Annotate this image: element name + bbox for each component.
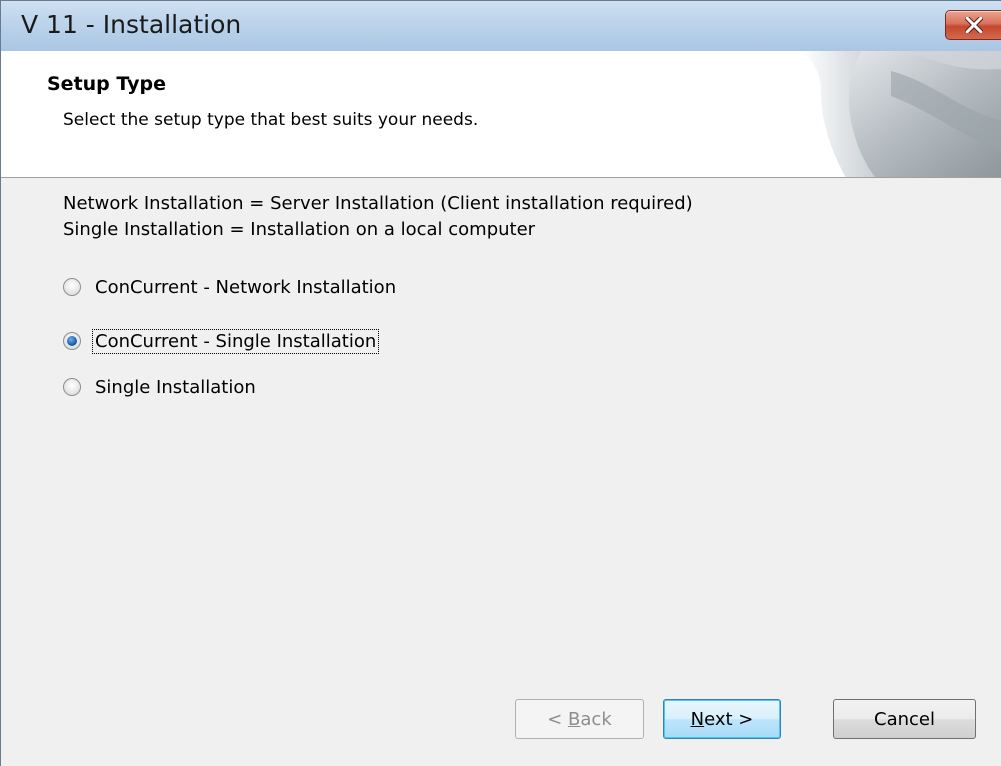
page-title: Setup Type	[47, 73, 166, 95]
back-button-prefix: <	[547, 708, 569, 730]
radio-button-selected[interactable]	[63, 332, 81, 350]
next-button-accel: N	[690, 708, 705, 730]
radio-button[interactable]	[63, 378, 81, 396]
next-button[interactable]: Next >	[663, 699, 781, 739]
info-line-single: Single Installation = Installation on a …	[63, 219, 536, 240]
back-button-accel: B	[568, 708, 581, 730]
back-button[interactable]: < Back	[515, 699, 644, 739]
header-panel: Setup Type Select the setup type that be…	[1, 51, 1001, 178]
installer-window: V 11 - Installation Setup Type Select th…	[0, 0, 1001, 766]
cancel-button-label: Cancel	[874, 708, 935, 730]
page-curl-icon	[801, 51, 1001, 177]
window-title: V 11 - Installation	[21, 10, 242, 39]
title-bar[interactable]: V 11 - Installation	[1, 1, 1001, 51]
radio-option-concurrent-single[interactable]: ConCurrent - Single Installation	[63, 328, 380, 354]
radio-option-concurrent-network[interactable]: ConCurrent - Network Installation	[63, 274, 398, 300]
cancel-button[interactable]: Cancel	[833, 699, 976, 739]
info-line-network: Network Installation = Server Installati…	[63, 193, 693, 214]
close-button[interactable]	[945, 10, 1001, 40]
radio-label: ConCurrent - Single Installation	[91, 328, 380, 354]
radio-option-single[interactable]: Single Installation	[63, 374, 258, 400]
radio-label: Single Installation	[95, 376, 256, 398]
back-button-rest: ack	[580, 708, 612, 730]
close-icon	[965, 17, 983, 33]
page-subtitle: Select the setup type that best suits yo…	[63, 110, 479, 130]
radio-button[interactable]	[63, 278, 81, 296]
radio-label: ConCurrent - Network Installation	[95, 276, 397, 298]
next-button-rest: ext >	[704, 708, 754, 730]
